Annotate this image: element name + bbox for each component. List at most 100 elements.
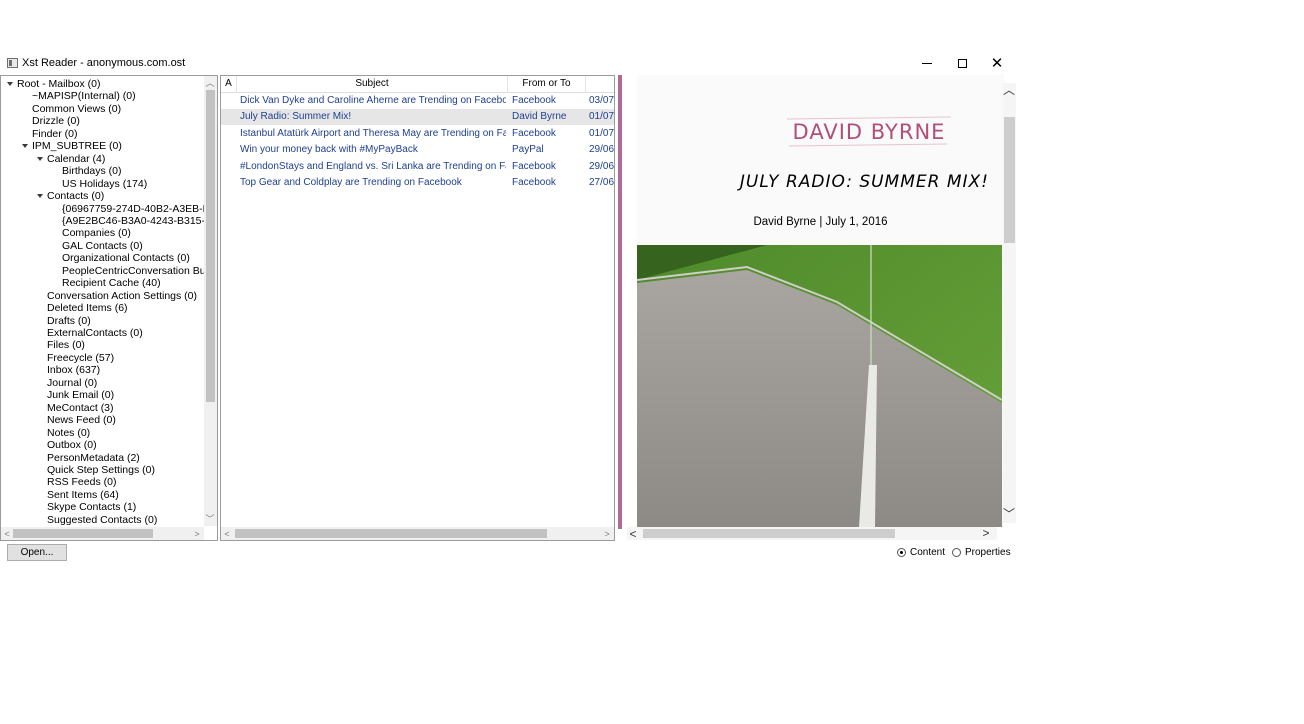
tree-item-label: Notes (0) bbox=[47, 426, 91, 439]
tree-item[interactable]: Recipient Cache (40) bbox=[62, 277, 161, 289]
message-row[interactable]: Win your money back with #MyPayBack PayPa… bbox=[221, 142, 614, 158]
scroll-down-icon[interactable]: ﹀ bbox=[204, 514, 216, 524]
tree-item[interactable]: Finder (0) bbox=[32, 128, 78, 140]
tree-item[interactable]: Skype Contacts (1) bbox=[47, 501, 136, 513]
scroll-right-icon[interactable]: > bbox=[191, 529, 203, 539]
minimize-button[interactable] bbox=[910, 53, 944, 73]
tree-item[interactable]: Companies (0) bbox=[62, 227, 131, 239]
tree-item-label: Skype Contacts (1) bbox=[47, 501, 137, 514]
scroll-left-icon[interactable]: < bbox=[627, 528, 639, 540]
tree-hscroll-thumb[interactable] bbox=[13, 529, 153, 538]
tree-item[interactable]: ~MAPISP(Internal) (0) bbox=[32, 90, 136, 102]
list-horizontal-scrollbar[interactable]: < > bbox=[221, 527, 614, 540]
scroll-left-icon[interactable]: < bbox=[1, 529, 13, 539]
column-date[interactable] bbox=[586, 76, 614, 92]
tree-item[interactable]: Contacts (0) bbox=[37, 190, 104, 202]
close-button[interactable]: ✕ bbox=[980, 53, 1014, 73]
scroll-left-icon[interactable]: < bbox=[221, 529, 233, 539]
tree-item[interactable]: GAL Contacts (0) bbox=[62, 240, 143, 252]
message-row[interactable]: July Radio: Summer Mix! David Byrne 01/07 bbox=[221, 109, 614, 126]
tree-item[interactable]: {06967759-274D-40B2-A3EB-D7F9 bbox=[62, 202, 218, 215]
tree-item[interactable]: Conversation Action Settings (0) bbox=[47, 290, 197, 302]
expand-arrow-icon[interactable] bbox=[7, 82, 13, 86]
scroll-down-icon[interactable]: ﹀ bbox=[1003, 508, 1015, 520]
tree-item-label: Quick Step Settings (0) bbox=[47, 463, 155, 476]
tree-item[interactable]: Freecycle (57) bbox=[47, 352, 114, 364]
tree-item[interactable]: ExternalContacts (0) bbox=[47, 327, 143, 339]
message-row[interactable]: #LondonStays and England vs. Sri Lanka a… bbox=[221, 159, 614, 175]
tree-item[interactable]: Common Views (0) bbox=[32, 103, 121, 115]
tree-item[interactable]: PeopleCentricConversation Buddie bbox=[62, 264, 218, 277]
column-subject[interactable]: Subject bbox=[237, 76, 508, 92]
preview-vscroll-thumb[interactable] bbox=[1004, 117, 1015, 243]
tree-horizontal-scrollbar[interactable]: < > bbox=[1, 527, 204, 540]
tree-item[interactable]: US Holidays (174) bbox=[62, 178, 147, 190]
tree-vscroll-thumb[interactable] bbox=[206, 90, 215, 402]
tree-item[interactable]: Inbox (637) bbox=[47, 364, 100, 376]
tree-item[interactable]: Journal (0) bbox=[47, 377, 97, 389]
close-icon: ✕ bbox=[990, 54, 1004, 72]
tree-item[interactable]: Files (0) bbox=[47, 339, 85, 351]
scroll-up-icon[interactable]: ︿ bbox=[204, 78, 216, 88]
message-date: 27/06 bbox=[589, 177, 614, 188]
tree-item[interactable]: Root - Mailbox (0) bbox=[7, 78, 100, 90]
message-subject: #LondonStays and England vs. Sri Lanka a… bbox=[240, 160, 506, 172]
tree-item[interactable]: MeContact (3) bbox=[47, 402, 114, 414]
properties-option[interactable]: Properties bbox=[952, 547, 1011, 558]
tree-item[interactable]: Drizzle (0) bbox=[32, 115, 80, 127]
tree-item[interactable]: Deleted Items (6) bbox=[47, 302, 128, 314]
list-hscroll-thumb[interactable] bbox=[235, 529, 547, 538]
tree-item[interactable]: Suggested Contacts (0) bbox=[47, 514, 157, 526]
pane-splitter[interactable] bbox=[618, 75, 622, 529]
expand-arrow-icon[interactable] bbox=[37, 156, 43, 161]
tree-item[interactable]: Calendar (4) bbox=[37, 152, 106, 165]
scroll-right-icon[interactable]: > bbox=[980, 527, 992, 539]
tree-item-label: Birthdays (0) bbox=[62, 165, 122, 178]
tree-item[interactable]: Organizational Contacts (0) bbox=[62, 252, 190, 264]
tree-item[interactable]: Notes (0) bbox=[47, 427, 90, 439]
tree-item-label: Files (0) bbox=[47, 339, 85, 352]
tree-item[interactable]: Junk Email (0) bbox=[47, 389, 114, 401]
tree-item-label: Calendar (4) bbox=[47, 152, 106, 165]
preview-pane[interactable]: DAVID BYRNE JULY RADIO: SUMMER MIX! Davi… bbox=[623, 75, 1016, 543]
preview-vertical-scrollbar[interactable]: ︿ ﹀ bbox=[1003, 83, 1016, 523]
tree-item[interactable]: Outbox (0) bbox=[47, 439, 97, 451]
message-row[interactable]: Dick Van Dyke and Caroline Aherne are Tr… bbox=[221, 93, 614, 109]
tree-item-label: {06967759-274D-40B2-A3EB-D7F9 bbox=[62, 202, 218, 215]
tree-item[interactable]: {A9E2BC46-B3A0-4243-B315-60D9 bbox=[62, 215, 217, 227]
tree-item[interactable]: News Feed (0) bbox=[47, 414, 116, 426]
message-row[interactable]: Top Gear and Coldplay are Trending on Fa… bbox=[221, 175, 614, 191]
open-button[interactable]: Open... bbox=[7, 544, 67, 561]
tree-item-label: Conversation Action Settings (0) bbox=[47, 289, 197, 302]
scroll-right-icon[interactable]: > bbox=[601, 529, 613, 539]
message-row[interactable]: Istanbul Atatürk Airport and Theresa May… bbox=[221, 126, 614, 142]
tree-item[interactable]: Drafts (0) bbox=[47, 315, 91, 327]
column-attachment[interactable]: A bbox=[221, 76, 237, 92]
tree-item[interactable]: PersonMetadata (2) bbox=[47, 452, 140, 464]
message-list[interactable]: A Subject From or To Dick Van Dyke and C… bbox=[220, 75, 615, 541]
expand-arrow-icon[interactable] bbox=[37, 194, 43, 199]
scroll-up-icon[interactable]: ︿ bbox=[1003, 84, 1015, 96]
content-label: Content bbox=[910, 547, 946, 558]
folder-tree[interactable]: Root - Mailbox (0) ~MAPISP(Internal) (0) C… bbox=[0, 75, 218, 541]
tree-item-label: MeContact (3) bbox=[47, 401, 114, 414]
preview-horizontal-scrollbar[interactable]: < > bbox=[627, 527, 997, 540]
tree-item-label: ~MAPISP(Internal) (0) bbox=[32, 90, 136, 103]
preview-hscroll-thumb[interactable] bbox=[643, 529, 895, 538]
maximize-button[interactable] bbox=[945, 53, 979, 73]
tree-item[interactable]: Birthdays (0) bbox=[62, 165, 122, 177]
title-bar[interactable]: Xst Reader - anonymous.com.ost ✕ bbox=[0, 53, 1016, 73]
tree-item[interactable]: Sent Items (64) bbox=[47, 489, 119, 501]
tree-item[interactable]: RSS Feeds (0) bbox=[47, 476, 116, 488]
tree-vertical-scrollbar[interactable]: ︿ ﹀ bbox=[204, 76, 217, 526]
properties-radio[interactable] bbox=[952, 548, 961, 557]
message-from: Facebook bbox=[512, 160, 556, 172]
tree-item-label: PeopleCentricConversation Buddie bbox=[62, 264, 218, 277]
tree-item[interactable]: Quick Step Settings (0) bbox=[47, 464, 155, 476]
column-from[interactable]: From or To bbox=[508, 76, 586, 92]
tree-item[interactable]: IPM_SUBTREE (0) bbox=[22, 140, 122, 152]
path-grass-photo bbox=[637, 245, 1002, 527]
content-radio[interactable] bbox=[897, 548, 906, 557]
expand-arrow-icon[interactable] bbox=[22, 144, 28, 149]
content-option[interactable]: Content bbox=[897, 547, 945, 558]
